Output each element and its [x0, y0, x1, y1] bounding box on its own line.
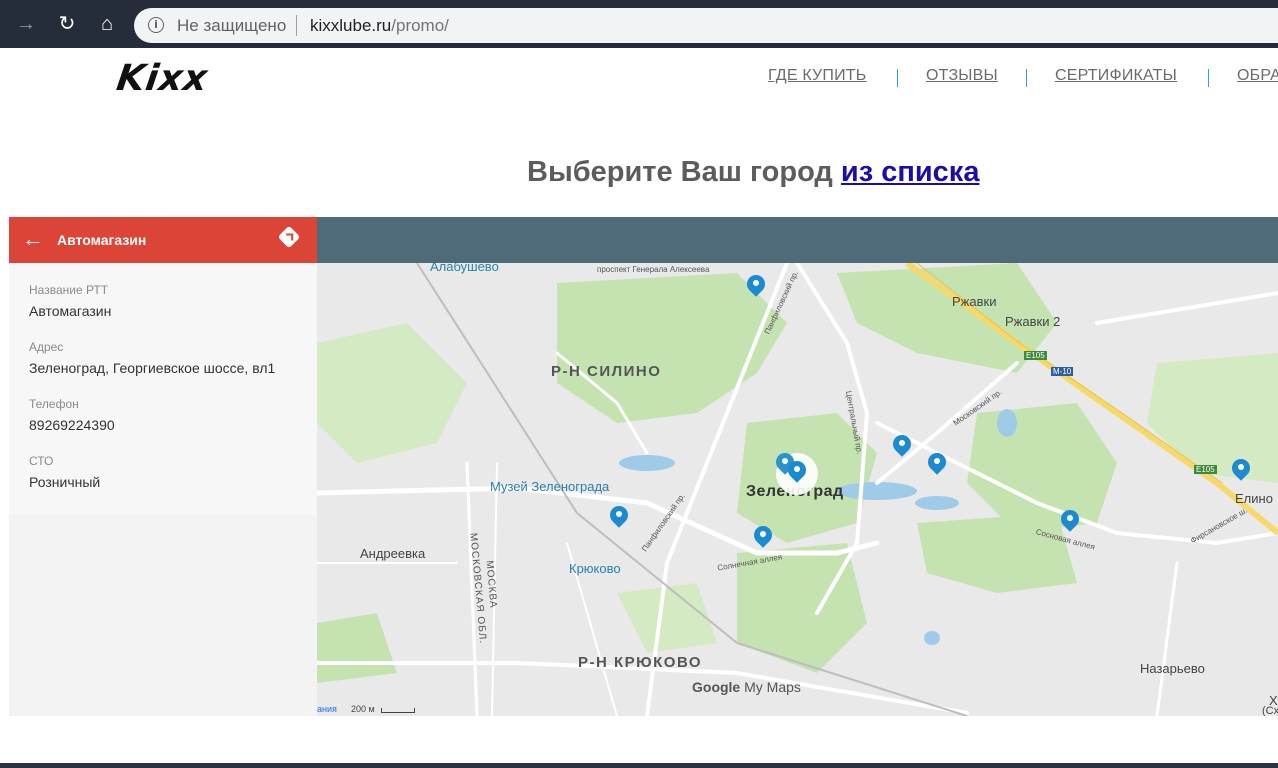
google-wordmark: Google — [692, 679, 741, 695]
google-mymaps-logo: Google My Maps — [692, 679, 801, 695]
map-pin[interactable] — [928, 453, 946, 479]
page-heading: Выберите Ваш город из списка — [527, 156, 979, 189]
detail-panel-header: ← Автомагазин — [9, 217, 317, 263]
kixx-logo[interactable]: Kixx — [114, 58, 210, 99]
field-value-phone: 89269224390 — [29, 417, 115, 433]
label-alabushevo: Алабушево — [430, 263, 499, 274]
label-rzhavki-2: Ржавки 2 — [1005, 314, 1061, 329]
field-value-service: Розничный — [29, 474, 101, 490]
scale-label: 200 м — [351, 704, 375, 714]
url-path: /promo/ — [391, 16, 449, 35]
nav-reviews[interactable]: ОТЗЫВЫ — [926, 67, 998, 85]
scale-bar — [381, 708, 415, 713]
label-e105-north: E105 — [1024, 351, 1047, 360]
nav-divider — [1208, 69, 1209, 87]
map-terms-link[interactable]: ания — [317, 704, 337, 714]
label-nazarevo: Назарьево — [1140, 661, 1205, 676]
back-arrow-icon[interactable]: ← — [22, 227, 44, 251]
nav-divider — [897, 69, 898, 87]
label-elino: Елино — [1235, 491, 1273, 506]
page-bottom-border — [0, 763, 1278, 768]
nav-certificates[interactable]: СЕРТИФИКАТЫ — [1055, 67, 1177, 85]
url-host: kixxlube.ru — [310, 16, 392, 35]
mymaps-wordmark: My Maps — [744, 679, 801, 695]
omnibox-divider — [296, 15, 297, 36]
label-museum: Музей Зеленограда — [490, 479, 610, 494]
label-skh: (Сх — [1262, 705, 1278, 716]
label-silino-district: Р-Н СИЛИНО — [551, 363, 662, 380]
address-bar[interactable]: i Не защищено kixxlube.ru/promo/ — [134, 8, 1278, 43]
info-icon[interactable]: i — [148, 17, 164, 33]
nav-divider — [1026, 69, 1027, 87]
security-label[interactable]: Не защищено — [177, 16, 286, 36]
field-label-phone: Телефон — [29, 397, 79, 411]
panel-title: Автомагазин — [57, 232, 147, 248]
reload-icon[interactable]: ↻ — [55, 12, 79, 36]
field-label-name: Название РТТ — [29, 283, 109, 297]
label-rzhavki: Ржавки — [952, 294, 997, 309]
map-pin[interactable] — [610, 506, 628, 532]
field-label-service: СТО — [29, 454, 54, 468]
directions-icon[interactable] — [277, 225, 301, 249]
heading-text: Выберите Ваш город — [527, 156, 841, 188]
label-e105-east: E105 — [1194, 465, 1217, 474]
city-list-link[interactable]: из списка — [841, 156, 980, 188]
label-kryukovo-station: Крюково — [569, 561, 621, 576]
browser-toolbar: → ↻ ⌂ i Не защищено kixxlube.ru/promo/ — [0, 0, 1278, 48]
map-pin[interactable] — [747, 275, 765, 301]
label-kryukovo-district: Р-Н КРЮКОВО — [578, 654, 703, 671]
nav-more[interactable]: ОБРА — [1237, 67, 1278, 85]
url-text[interactable]: kixxlube.ru/promo/ — [310, 16, 449, 36]
label-andreevka: Андреевка — [360, 546, 426, 561]
map-pin[interactable] — [1232, 459, 1250, 485]
field-value-address: Зеленоград, Георгиевское шоссе, вл1 — [29, 360, 276, 376]
field-label-address: Адрес — [29, 340, 64, 354]
map-pin[interactable] — [1061, 510, 1079, 536]
nav-where-to-buy[interactable]: ГДЕ КУПИТЬ — [768, 67, 866, 85]
map-canvas[interactable]: Алабушево проспект Генерала Алексеева Р-… — [317, 263, 1278, 716]
forward-arrow-icon[interactable]: → — [14, 12, 38, 36]
detail-panel: Название РТТ Автомагазин Адрес Зеленогра… — [9, 263, 317, 716]
map-pin-selected[interactable] — [788, 461, 806, 487]
map-pin[interactable] — [754, 526, 772, 552]
map-pin[interactable] — [893, 435, 911, 461]
label-m10: M-10 — [1051, 367, 1074, 376]
field-value-name: Автомагазин — [29, 303, 112, 319]
label-gen-alekseeva: проспект Генерала Алексеева — [597, 265, 710, 274]
home-icon[interactable]: ⌂ — [95, 12, 119, 36]
